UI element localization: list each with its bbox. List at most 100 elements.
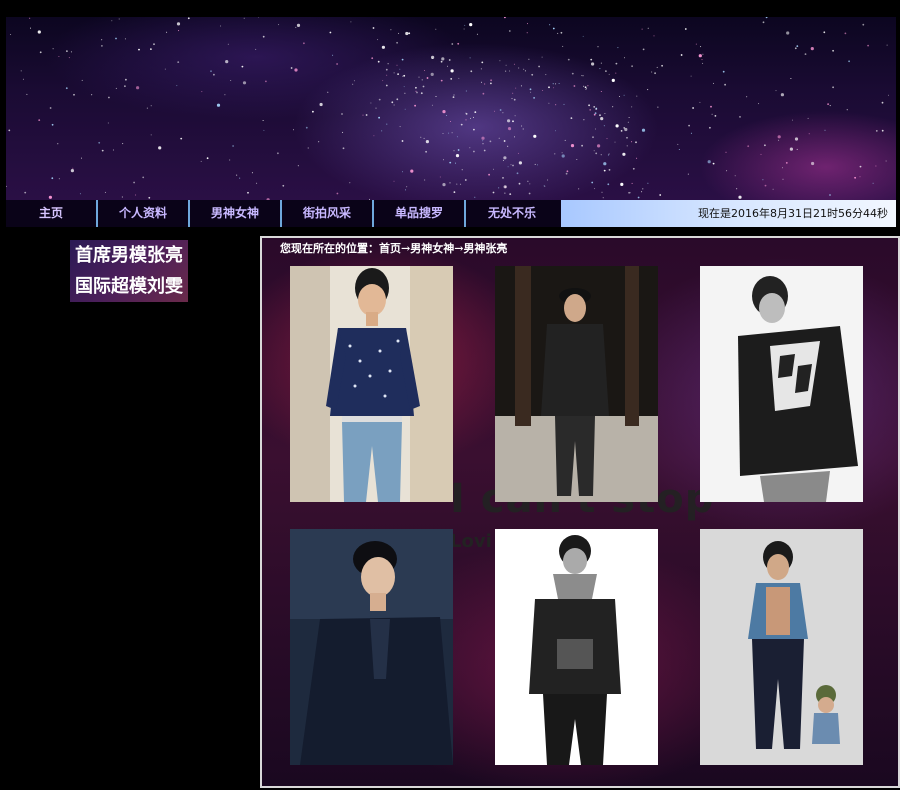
star [456, 183, 458, 185]
star [823, 31, 826, 34]
star [724, 83, 726, 86]
star [22, 78, 24, 80]
star [778, 139, 780, 141]
model-photo-6[interactable] [700, 529, 863, 765]
star [636, 95, 638, 97]
sidebar-link-zhang-liang[interactable]: 首席男模张亮 [70, 240, 188, 271]
star [142, 176, 145, 179]
star [581, 144, 583, 147]
star [111, 20, 113, 22]
star [555, 104, 557, 106]
nav-item-street[interactable]: 街拍风采 [282, 200, 374, 227]
star [115, 87, 117, 89]
star [469, 57, 471, 59]
star [560, 31, 563, 34]
star [476, 33, 478, 35]
star [456, 136, 458, 138]
star [465, 113, 468, 115]
star [449, 161, 452, 164]
star [474, 196, 476, 198]
star [509, 70, 511, 72]
star [654, 72, 656, 75]
star [30, 27, 31, 29]
star [451, 43, 454, 45]
star [446, 115, 448, 116]
star [558, 83, 560, 84]
star [628, 191, 630, 194]
star [782, 178, 784, 180]
star [121, 196, 123, 198]
star [607, 183, 610, 186]
star [529, 88, 532, 91]
star [647, 89, 649, 91]
star [408, 32, 411, 35]
star [265, 80, 267, 83]
star [402, 75, 404, 77]
star [523, 68, 525, 70]
star [38, 119, 41, 121]
star [282, 184, 285, 187]
star [626, 145, 628, 147]
star [457, 42, 460, 45]
sidebar-link-liu-wen[interactable]: 国际超模刘雯 [70, 271, 188, 302]
star [402, 171, 403, 173]
star [443, 159, 444, 161]
star [786, 31, 790, 35]
model-photo-4[interactable] [290, 529, 453, 765]
star [615, 124, 619, 128]
star [426, 77, 429, 79]
nav-item-home[interactable]: 主页 [6, 200, 98, 227]
star [513, 63, 515, 65]
model-photo-3[interactable] [700, 266, 863, 502]
nav-item-profile[interactable]: 个人资料 [98, 200, 190, 227]
breadcrumb-home[interactable]: 首页 [379, 242, 401, 255]
star [73, 93, 75, 96]
star [747, 145, 750, 148]
star [516, 172, 519, 175]
nav-item-items[interactable]: 单品搜罗 [374, 200, 466, 227]
nav-item-fun[interactable]: 无处不乐 [466, 200, 558, 227]
star [507, 145, 509, 147]
star [6, 185, 7, 187]
star [133, 181, 135, 184]
star [505, 64, 507, 66]
star [482, 140, 484, 142]
star [473, 150, 475, 153]
star [481, 61, 484, 64]
star [848, 60, 850, 63]
breadcrumb-gods[interactable]: 男神女神 [410, 242, 454, 255]
star [378, 116, 380, 119]
model-photo-2[interactable] [495, 266, 658, 502]
star [684, 28, 687, 30]
star [484, 83, 486, 85]
star [597, 46, 599, 48]
star [352, 83, 354, 85]
star [526, 32, 528, 34]
star [180, 137, 183, 140]
model-photo-1[interactable] [290, 266, 453, 502]
star [465, 119, 467, 121]
star [659, 194, 662, 196]
star [522, 128, 524, 130]
star [502, 159, 504, 161]
star [381, 130, 383, 132]
star [586, 88, 588, 90]
star [695, 43, 697, 45]
star [608, 153, 610, 155]
star [8, 129, 11, 132]
star [378, 98, 381, 101]
star [552, 83, 554, 85]
star [10, 34, 12, 35]
star [463, 28, 465, 30]
star [293, 129, 294, 131]
star [349, 182, 351, 184]
nav-item-gods[interactable]: 男神女神 [190, 200, 282, 227]
star [431, 57, 433, 59]
clock-display: 现在是2016年8月31日21时56分44秒 [561, 200, 896, 227]
model-photo-5[interactable] [495, 529, 658, 765]
star [653, 35, 655, 37]
star [458, 77, 460, 79]
star [381, 45, 385, 49]
star [439, 176, 441, 178]
star [513, 98, 516, 101]
